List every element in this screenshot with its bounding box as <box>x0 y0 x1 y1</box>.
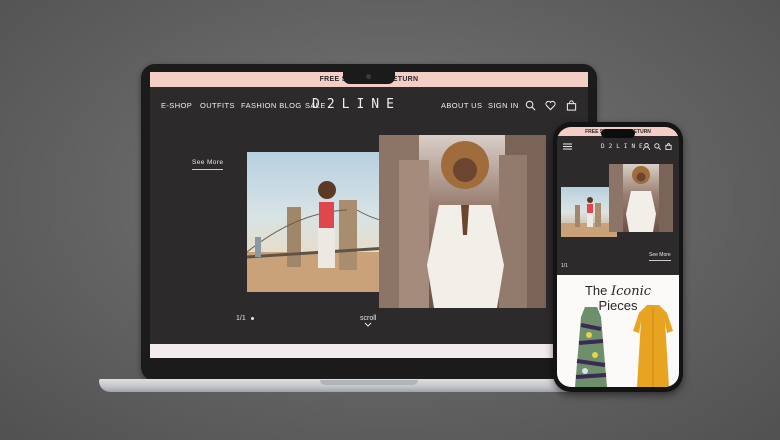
next-section-preview <box>150 344 588 358</box>
section-title-line2: Pieces <box>598 298 638 313</box>
section-title-plain: The <box>584 283 608 298</box>
product-image-print-dress[interactable] <box>571 307 611 387</box>
laptop-camera <box>366 74 371 79</box>
phone-dynamic-island <box>601 129 635 138</box>
heart-icon[interactable] <box>545 100 556 111</box>
see-more-link[interactable]: See More <box>192 159 224 170</box>
desktop-website: FREE SHIPPING & RETURN E-SHOP OUTFITS FA… <box>150 72 588 358</box>
product-image-yellow-dress[interactable] <box>631 305 675 387</box>
nav-about-us[interactable]: ABOUT US <box>441 101 482 110</box>
chevron-down-icon <box>364 322 372 327</box>
section-title-italic: Iconic <box>610 284 652 299</box>
user-icon[interactable] <box>643 143 650 150</box>
nav-sign-in[interactable]: SIGN IN <box>488 101 519 110</box>
mobile-brand-logo[interactable]: D2LINE <box>601 143 647 150</box>
slide-pager: 1/1 <box>236 315 246 322</box>
nav-fashion-blog[interactable]: FASHION BLOG <box>241 101 302 110</box>
bag-icon[interactable] <box>566 100 577 111</box>
search-icon[interactable] <box>654 143 661 150</box>
scroll-label: scroll <box>360 315 377 322</box>
section-title: The Iconic Pieces <box>557 284 679 313</box>
mobile-slide-pager: 1/1 <box>561 263 568 269</box>
scroll-indicator[interactable]: scroll <box>360 315 376 329</box>
mobile-website: FREE SHIPPING & RETURN D2LINE <box>557 127 679 387</box>
mobile-hero-image-city <box>609 164 673 232</box>
main-navigation: E-SHOP OUTFITS FASHION BLOG SALE D2LINE … <box>150 87 588 125</box>
bag-icon[interactable] <box>665 143 672 150</box>
nav-outfits[interactable]: OUTFITS <box>200 101 235 110</box>
hero-image-city <box>379 135 546 308</box>
brand-logo[interactable]: D2LINE <box>312 97 401 112</box>
mobile-navigation: D2LINE <box>557 136 679 158</box>
mobile-see-more-link[interactable]: See More <box>649 252 671 261</box>
menu-icon[interactable] <box>563 143 572 150</box>
search-icon[interactable] <box>525 100 536 111</box>
nav-eshop[interactable]: E-SHOP <box>161 101 192 110</box>
laptop-opening-notch <box>320 380 418 385</box>
pager-dot[interactable] <box>251 317 254 320</box>
